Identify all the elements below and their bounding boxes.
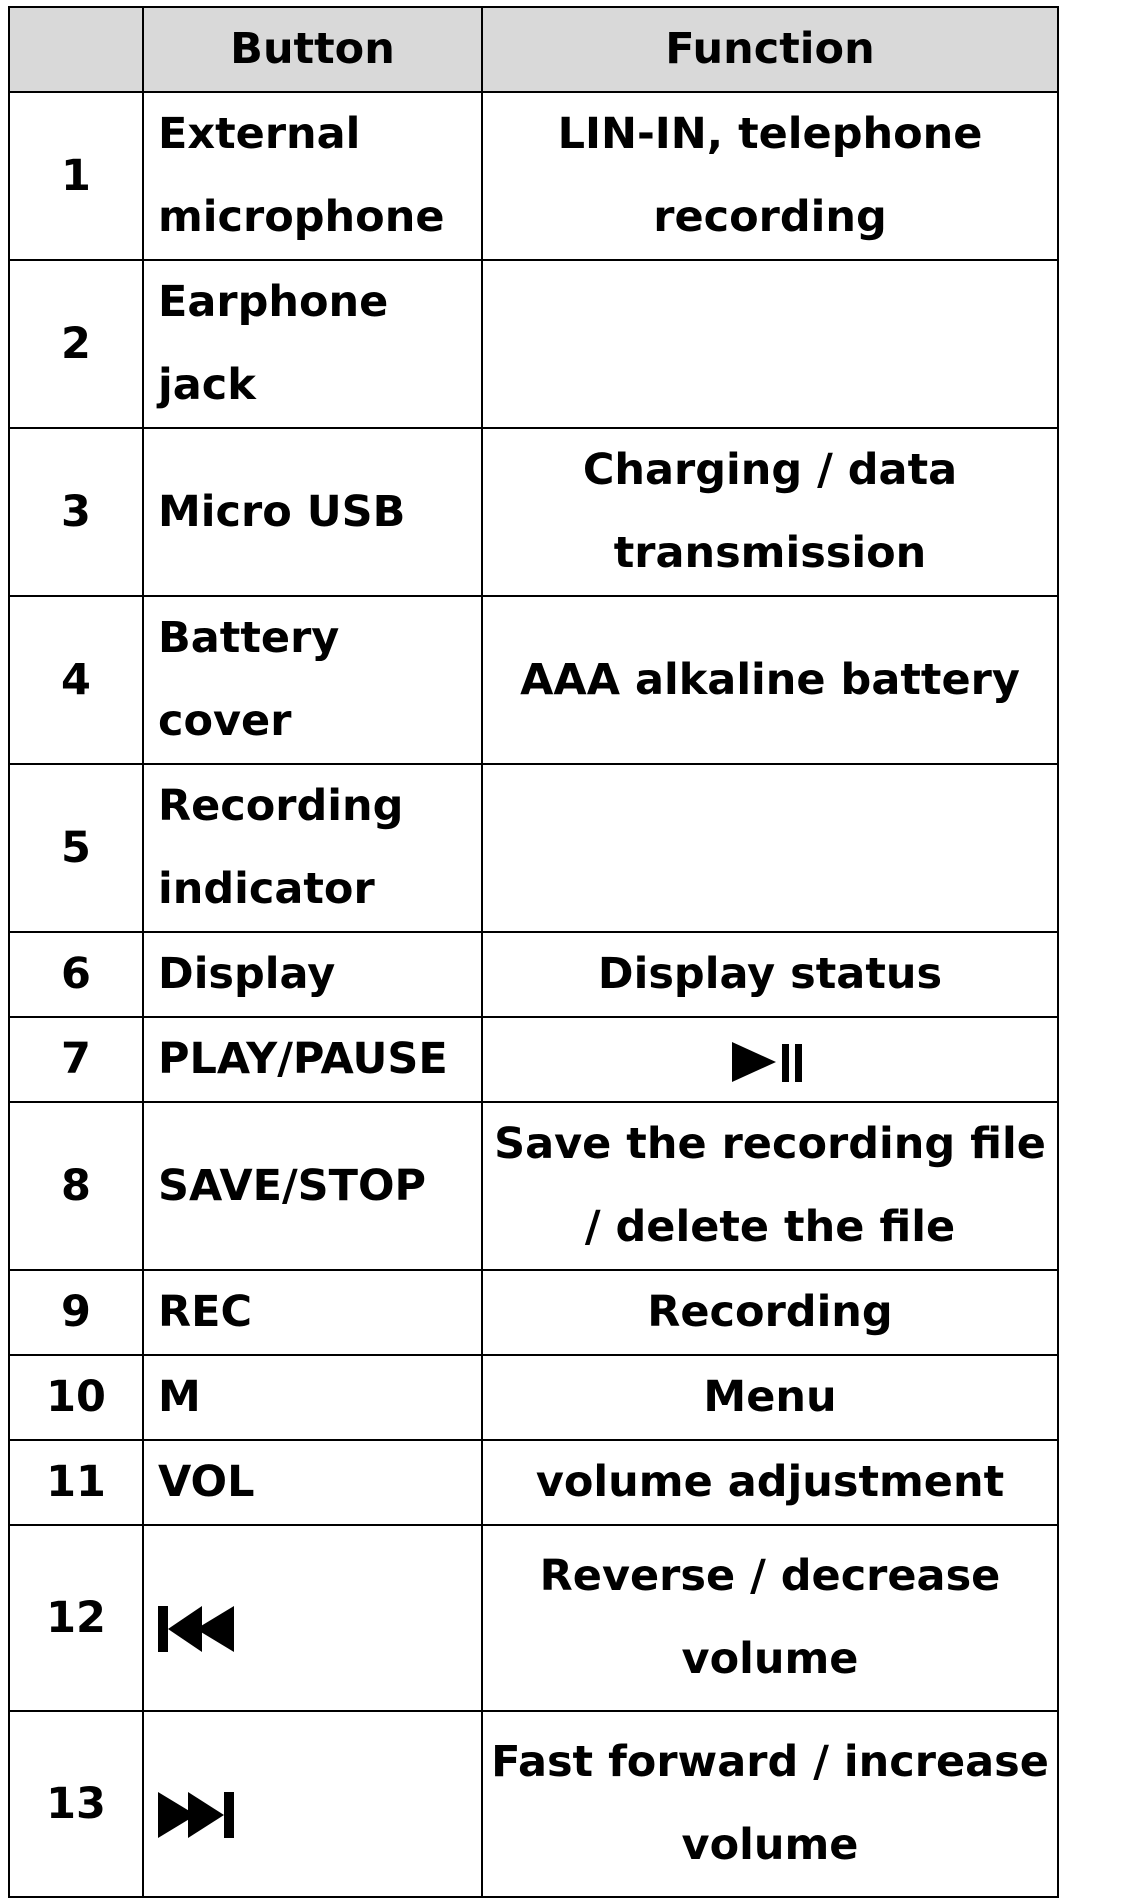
table-row: 12 Reverse / decrease volume xyxy=(8,1524,1059,1712)
play-pause-icon xyxy=(732,1040,808,1084)
function-description: Fast forward / increase volume xyxy=(481,1710,1059,1898)
button-name: Micro USB xyxy=(142,427,483,597)
button-name: REC xyxy=(142,1269,483,1356)
button-name: Earphone jack xyxy=(142,259,483,429)
button-name: PLAY/PAUSE xyxy=(142,1016,483,1103)
function-description xyxy=(481,763,1059,933)
function-description: volume adjustment xyxy=(481,1439,1059,1526)
table-row: 11 VOL volume adjustment xyxy=(8,1439,1059,1526)
button-function-table: Button Function 1 External microphone LI… xyxy=(8,6,1059,1898)
row-number: 7 xyxy=(8,1016,144,1103)
table-row: 10 M Menu xyxy=(8,1354,1059,1441)
table-header-row: Button Function xyxy=(8,6,1059,93)
row-number: 6 xyxy=(8,931,144,1018)
row-number: 10 xyxy=(8,1354,144,1441)
function-description: Save the recording file / delete the fil… xyxy=(481,1101,1059,1271)
button-icon-cell xyxy=(142,1524,483,1712)
table-row: 9 REC Recording xyxy=(8,1269,1059,1356)
row-number: 1 xyxy=(8,91,144,261)
table-row: 5 Recording indicator xyxy=(8,763,1059,933)
button-name: Display xyxy=(142,931,483,1018)
function-description xyxy=(481,259,1059,429)
button-icon-cell xyxy=(142,1710,483,1898)
header-index xyxy=(8,6,144,93)
table-row: 7 PLAY/PAUSE xyxy=(8,1016,1059,1103)
button-name: Recording indicator xyxy=(142,763,483,933)
function-description: Display status xyxy=(481,931,1059,1018)
row-number: 5 xyxy=(8,763,144,933)
function-description: Recording xyxy=(481,1269,1059,1356)
table-row: 3 Micro USB Charging / data transmission xyxy=(8,427,1059,597)
table-row: 4 Battery cover AAA alkaline battery xyxy=(8,595,1059,765)
table-row: 13 Fast forward / increase volume xyxy=(8,1710,1059,1898)
row-number: 12 xyxy=(8,1524,144,1712)
header-button: Button xyxy=(142,6,483,93)
button-name: M xyxy=(142,1354,483,1441)
table-row: 2 Earphone jack xyxy=(8,259,1059,429)
row-number: 11 xyxy=(8,1439,144,1526)
table-row: 1 External microphone LIN-IN, telephone … xyxy=(8,91,1059,261)
table-row: 6 Display Display status xyxy=(8,931,1059,1018)
table-row: 8 SAVE/STOP Save the recording file / de… xyxy=(8,1101,1059,1271)
function-icon-cell xyxy=(481,1016,1059,1103)
button-name: Battery cover xyxy=(142,595,483,765)
row-number: 4 xyxy=(8,595,144,765)
skip-forward-icon xyxy=(158,1790,240,1840)
row-number: 3 xyxy=(8,427,144,597)
button-name: SAVE/STOP xyxy=(142,1101,483,1271)
function-description: Reverse / decrease volume xyxy=(481,1524,1059,1712)
function-description: LIN-IN, telephone recording xyxy=(481,91,1059,261)
function-description: AAA alkaline battery xyxy=(481,595,1059,765)
function-description: Charging / data transmission xyxy=(481,427,1059,597)
row-number: 9 xyxy=(8,1269,144,1356)
header-function: Function xyxy=(481,6,1059,93)
button-name: VOL xyxy=(142,1439,483,1526)
row-number: 8 xyxy=(8,1101,144,1271)
skip-back-icon xyxy=(158,1604,240,1654)
function-description: Menu xyxy=(481,1354,1059,1441)
row-number: 2 xyxy=(8,259,144,429)
button-name: External microphone xyxy=(142,91,483,261)
row-number: 13 xyxy=(8,1710,144,1898)
